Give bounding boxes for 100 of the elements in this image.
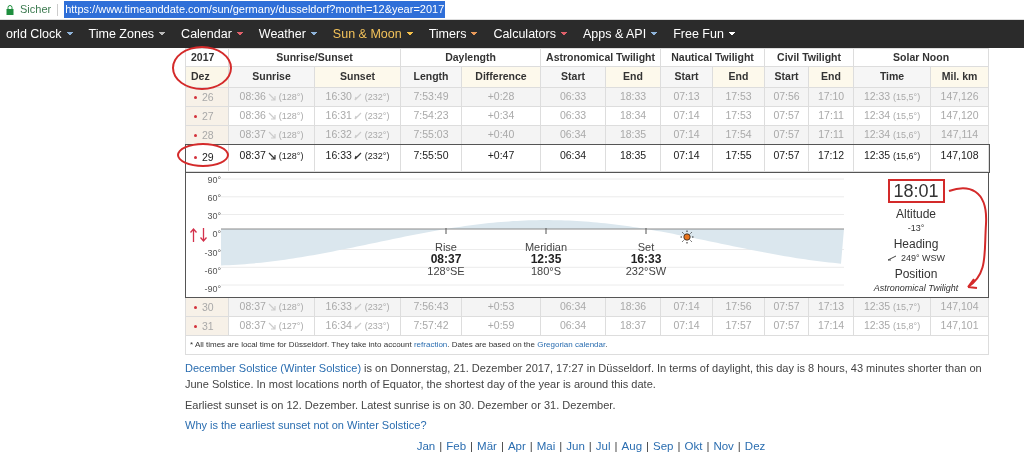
solstice-paragraph: December Solstice (Winter Solstice) is on Donnerstag, 21. Dezember 2017, 17:27 in Düsseldorf. In terms of daylight, this day is 8 hours, 43 minutes shorter than on June Solstice. In most locations north of Equator, the shortest day of the year is around this date. <box>185 361 983 392</box>
table-cell: 08:36 (128°) <box>228 106 315 126</box>
lock-icon <box>6 4 14 15</box>
month-link[interactable]: Mär <box>477 438 497 454</box>
table-cell: 17:13 <box>808 297 854 317</box>
nav-item[interactable]: Sun & Moon <box>324 24 421 44</box>
separator-text: | <box>559 439 563 454</box>
day-number: 29 <box>202 149 214 165</box>
table-cell: 16:31 (232°) <box>314 106 401 126</box>
setting-arrow-icon <box>353 152 363 161</box>
axis-label: -60° <box>204 266 221 276</box>
event-time: 08:37 <box>430 253 462 265</box>
table-cell: 07:57 <box>764 106 809 126</box>
table-cell: 16:34 (233°) <box>314 316 401 336</box>
event-time: 16:33 <box>630 253 662 265</box>
month-link[interactable]: Feb <box>446 438 467 454</box>
footnote-text: * All times are local time for Düsseldorf. They take into account refraction. Dates are based on the Gregorian calendar. <box>190 339 609 351</box>
nav-item[interactable]: Timers <box>420 24 486 44</box>
day-number: 27 <box>202 108 214 124</box>
month-link[interactable]: Apr <box>507 438 526 454</box>
table-cell: 12:35 (15,8°) <box>853 316 931 336</box>
bullet-icon <box>194 306 197 310</box>
up-arrow-icon <box>190 228 197 242</box>
month-link[interactable]: Mai <box>536 438 556 454</box>
table-cell: 16:33 (232°) <box>314 144 401 172</box>
axis-label: 0° <box>212 230 221 240</box>
rising-arrow-icon <box>267 322 277 331</box>
table-cell: 12:33 (15,5°) <box>853 87 931 107</box>
bullet-icon <box>194 134 197 138</box>
group-header: Solar Noon <box>853 48 989 67</box>
table-cell: 17:12 <box>808 144 854 172</box>
url-text[interactable]: https://www.timeanddate.com/sun/germany/dusseldorf?month=12&year=2017 <box>64 1 446 18</box>
table-cell: 07:57 <box>764 144 809 172</box>
nav-item[interactable]: Weather <box>250 24 325 44</box>
heading-value: 249° WSW <box>900 252 946 265</box>
table-cell: 7:53:49 <box>400 87 462 107</box>
table-cell: +0:28 <box>461 87 541 107</box>
month-link[interactable]: Jul <box>595 438 611 454</box>
table-cell: 17:10 <box>808 87 854 107</box>
heading-arrow-icon <box>886 255 897 261</box>
rising-arrow-icon <box>267 93 277 102</box>
table-cell: 147,108 <box>930 144 989 172</box>
nav-item[interactable]: Calendar <box>173 24 251 44</box>
day-number: 30 <box>202 299 214 315</box>
table-cell: 07:13 <box>660 87 713 107</box>
separator-text: | <box>529 439 533 454</box>
setting-arrow-icon <box>353 131 363 140</box>
table-cell: 06:34 <box>540 297 606 317</box>
table-cell: +0:34 <box>461 106 541 126</box>
group-header: Nautical Twilight <box>660 48 765 67</box>
position-value: Astronomical Twilight <box>873 282 959 295</box>
table-cell: 06:34 <box>540 144 606 172</box>
month-link[interactable]: Nov <box>713 438 734 454</box>
table-cell: 07:14 <box>660 106 713 126</box>
month-link[interactable]: Dez <box>744 438 766 454</box>
month-link[interactable]: Jan <box>416 438 436 454</box>
nav-item[interactable]: Time Zones <box>80 24 174 44</box>
table-cell: 17:57 <box>712 316 765 336</box>
nav-item[interactable]: Calculators <box>485 24 575 44</box>
group-header: Daylength <box>400 48 541 67</box>
day-row[interactable]: 29 08:37 (128°) 16:33 (232°) 7:55:50 +0:47 06:34 18:35 07:14 17:55 07:57 17:12 12:35 (15,6°) 147,108 <box>185 144 989 172</box>
event-direction: 232°SW <box>625 265 667 277</box>
event-direction: 180°S <box>530 265 562 277</box>
setting-arrow-icon <box>353 112 363 121</box>
event-direction: 128°SE <box>427 265 465 277</box>
table-cell: 07:57 <box>764 297 809 317</box>
nav-item[interactable]: orld Clock <box>0 24 81 44</box>
down-arrow-icon <box>200 228 207 242</box>
table-cell: 07:57 <box>764 316 809 336</box>
question-link[interactable]: Why is the earliest sunset not on Winter Solstice? <box>185 417 997 433</box>
nav-item[interactable]: Apps & API <box>574 24 666 44</box>
table-cell: 17:56 <box>712 297 765 317</box>
altitude-label: Altitude <box>896 207 937 221</box>
current-time: 18:01 <box>887 179 945 203</box>
table-cell: 07:14 <box>660 144 713 172</box>
table-cell: 147,120 <box>930 106 989 126</box>
table-cell: 08:37 (128°) <box>228 144 315 172</box>
table-cell: 17:53 <box>712 87 765 107</box>
table-cell: 12:35 (15,7°) <box>853 297 931 317</box>
month-link[interactable]: Okt <box>684 438 703 454</box>
separator-text: | <box>706 439 710 454</box>
axis-label: 30° <box>207 212 221 222</box>
altitude-value: -13° <box>907 222 925 235</box>
group-header: Civil Twilight <box>764 48 854 67</box>
table-cell: 147,101 <box>930 316 989 336</box>
table-cell: 18:34 <box>605 106 661 126</box>
nav-item[interactable]: Free Fun <box>665 24 743 44</box>
table-cell: 7:55:50 <box>400 144 462 172</box>
axis-label: -90° <box>204 284 221 294</box>
table-cell: 17:14 <box>808 316 854 336</box>
annotation-ellipse <box>177 143 229 167</box>
setting-arrow-icon <box>353 322 363 331</box>
day-number: 31 <box>202 318 214 334</box>
text-link[interactable]: December Solstice (Winter Solstice) <box>185 362 362 374</box>
month-link[interactable]: Jun <box>566 438 585 454</box>
month-link[interactable]: Aug <box>621 438 643 454</box>
separator-text: | <box>646 439 650 454</box>
month-link[interactable]: Sep <box>653 438 674 454</box>
table-cell: 12:35 (15,6°) <box>853 144 931 172</box>
setting-arrow-icon <box>353 303 363 312</box>
